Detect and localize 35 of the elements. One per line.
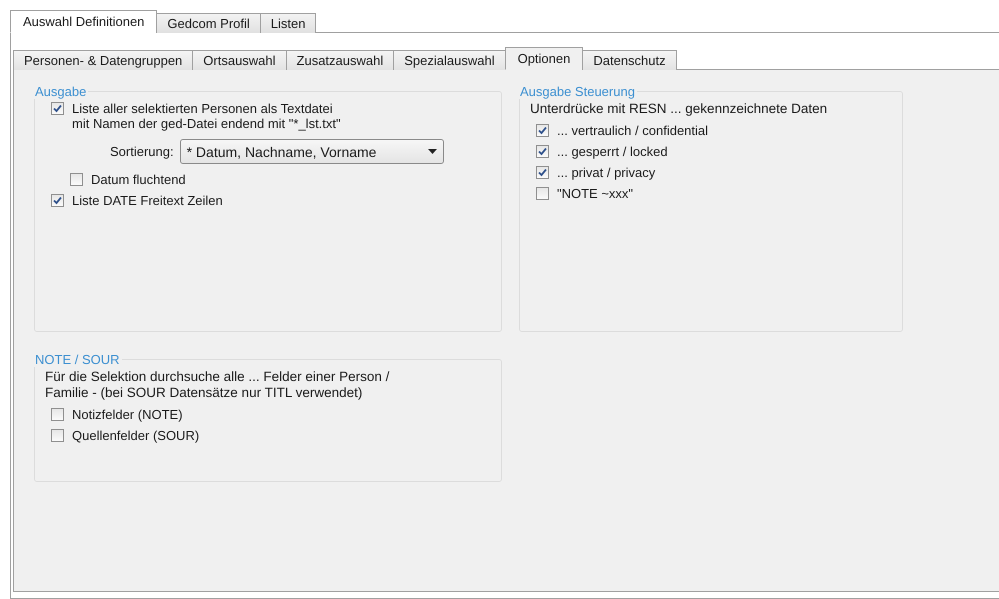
group-title: Ausgabe Steuerung bbox=[519, 84, 636, 99]
tab[interactable]: Optionen bbox=[504, 47, 584, 70]
checkbox-label: ... vertraulich / confidential bbox=[557, 123, 708, 138]
checkbox[interactable] bbox=[536, 166, 549, 179]
tab[interactable]: Personen- & Datengruppen bbox=[13, 50, 194, 70]
checkbox-label: Datum fluchtend bbox=[91, 172, 186, 187]
checkbox-label: ... gesperrt / locked bbox=[557, 144, 668, 159]
tab[interactable]: Zusatzauswahl bbox=[286, 50, 394, 70]
checkbox[interactable] bbox=[51, 429, 64, 442]
checkbox-label: Quellenfelder (SOUR) bbox=[72, 428, 200, 443]
tab[interactable]: Ortsauswahl bbox=[192, 50, 287, 70]
tab[interactable]: Spezialauswahl bbox=[393, 50, 506, 70]
tab[interactable]: Auswahl Definitionen bbox=[10, 10, 158, 33]
caret-icon bbox=[428, 149, 437, 154]
checkbox[interactable] bbox=[536, 145, 549, 158]
tab[interactable]: Listen bbox=[260, 13, 316, 33]
sort-label: Sortierung: bbox=[110, 144, 174, 159]
checkbox-label: Liste aller selektierten Personen als Textdatei mit Namen der ged-Datei endend mit "*_lst.txt" bbox=[72, 101, 341, 131]
checkbox-label: Notizfelder (NOTE) bbox=[72, 407, 183, 422]
checkbox-label: Liste DATE Freitext Zeilen bbox=[72, 193, 223, 208]
description-text: Unterdrücke mit RESN ... gekennzeichnete Daten bbox=[530, 101, 828, 117]
tab[interactable]: Gedcom Profil bbox=[156, 13, 261, 33]
checkbox[interactable] bbox=[536, 124, 549, 137]
tab[interactable]: Datenschutz bbox=[582, 50, 677, 70]
sort-dropdown[interactable]: * Datum, Nachname, Vorname bbox=[180, 139, 444, 164]
checkbox-label: "NOTE ~xxx" bbox=[557, 186, 634, 201]
group-title: Ausgabe bbox=[34, 84, 88, 99]
checkbox[interactable] bbox=[536, 187, 549, 200]
checkbox[interactable] bbox=[51, 102, 64, 115]
checkbox[interactable] bbox=[70, 173, 83, 186]
checkbox[interactable] bbox=[51, 408, 64, 421]
description-text: Für die Selektion durchsuche alle ... Felder einer Person / Familie - (bei SOUR Datensätze nur TITL verwendet) bbox=[45, 369, 390, 401]
checkbox[interactable] bbox=[51, 194, 64, 207]
group-title: NOTE / SOUR bbox=[34, 352, 121, 367]
checkbox-label: ... privat / privacy bbox=[557, 165, 656, 180]
